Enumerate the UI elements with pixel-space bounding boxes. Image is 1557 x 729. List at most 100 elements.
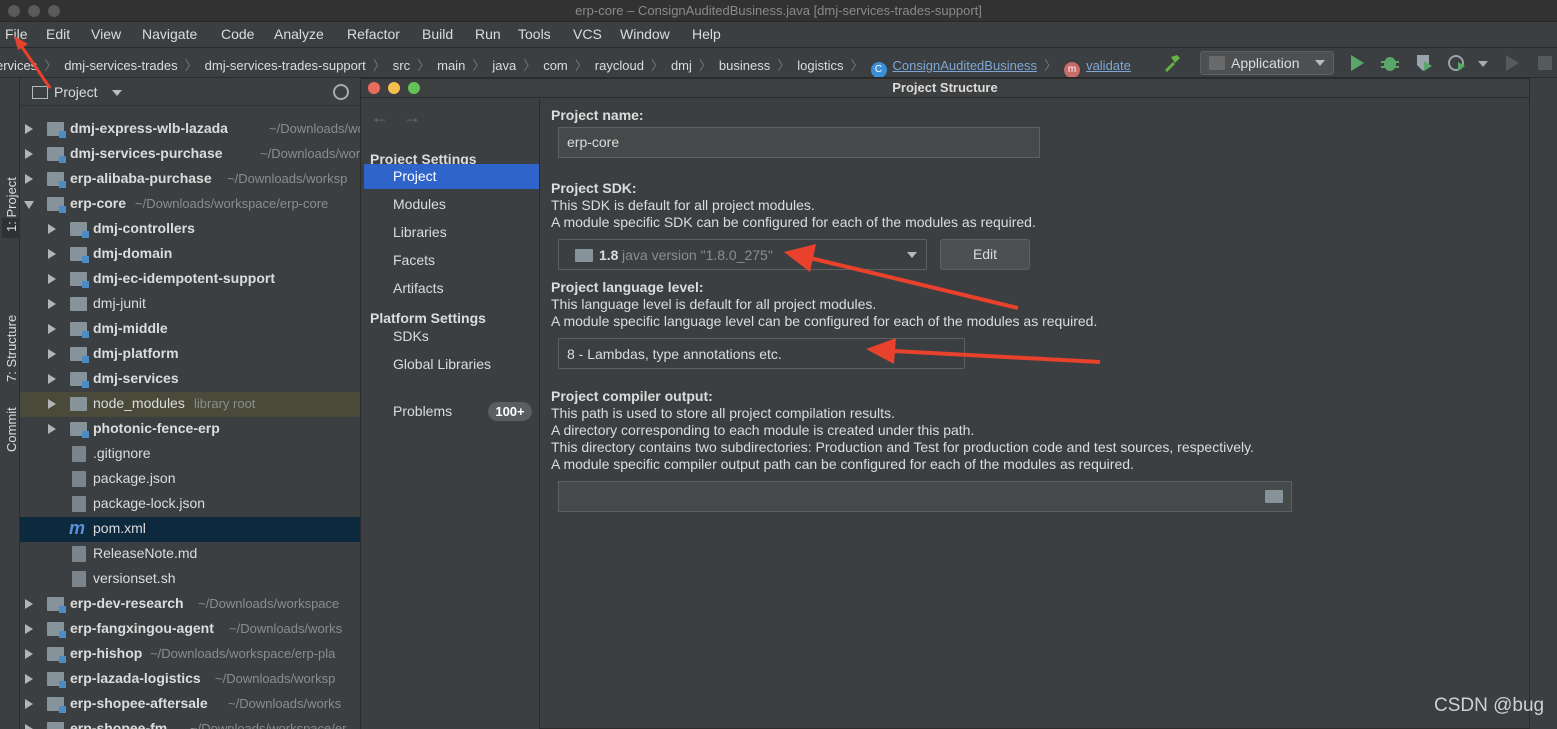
tree-item[interactable]: erp-core ~/Downloads/workspace/erp-core [20,192,360,217]
tree-item[interactable]: erp-dev-research ~/Downloads/workspace [20,592,360,617]
project-name-field[interactable]: erp-core [558,127,1040,158]
tree-item-label: pom.xml [93,520,146,536]
expand-arrow-icon[interactable] [25,649,33,659]
module-folder-icon [47,672,66,688]
tree-item[interactable]: dmj-domain [20,242,360,267]
menu-view[interactable]: View [91,26,121,42]
breadcrumb-item[interactable]: src [393,58,410,73]
tree-item[interactable]: dmj-ec-idempotent-support [20,267,360,292]
tree-item[interactable]: erp-hishop ~/Downloads/workspace/erp-pla [20,642,360,667]
coverage-icon[interactable] [1414,53,1434,73]
tree-item[interactable]: dmj-junit [20,292,360,317]
menu-tools[interactable]: Tools [518,26,551,42]
tree-item[interactable]: photonic-fence-erp [20,417,360,442]
tree-item[interactable]: erp-shopee-aftersale ~/Downloads/works [20,692,360,717]
expand-arrow-icon[interactable] [25,174,33,184]
expand-arrow-icon[interactable] [48,249,56,259]
sidebar-item-facets[interactable]: Facets [361,248,539,273]
sidebar-item-libraries[interactable]: Libraries [361,220,539,245]
expand-arrow-icon[interactable] [25,599,33,609]
debug-icon[interactable] [1380,53,1400,73]
tool-tab-structure[interactable]: 7: Structure [2,315,21,388]
tree-item[interactable]: versionset.sh [20,567,360,592]
expand-arrow-icon[interactable] [25,699,33,709]
breadcrumb-item[interactable]: logistics [797,58,843,73]
menu-code[interactable]: Code [221,26,254,42]
sidebar-item-global-libraries[interactable]: Global Libraries [361,352,539,377]
collapse-arrow-icon[interactable] [24,201,34,209]
attach-run-icon[interactable] [1504,54,1520,72]
expand-arrow-icon[interactable] [25,149,33,159]
breadcrumb-method-label: validate [1086,58,1131,73]
expand-arrow-icon[interactable] [48,324,56,334]
expand-arrow-icon[interactable] [48,349,56,359]
sidebar-item-modules[interactable]: Modules [361,192,539,217]
run-icon[interactable] [1349,54,1365,72]
tree-item[interactable]: dmj-middle [20,317,360,342]
menu-run[interactable]: Run [475,26,501,42]
breadcrumb-item[interactable]: main [437,58,465,73]
menu-vcs[interactable]: VCS [573,26,602,42]
menu-refactor[interactable]: Refactor [347,26,400,42]
tree-item[interactable]: erp-lazada-logistics ~/Downloads/worksp [20,667,360,692]
tree-item[interactable]: dmj-services-purchase ~/Downloads/work [20,142,360,167]
expand-arrow-icon[interactable] [48,299,56,309]
tree-item-selected[interactable]: m pom.xml [20,517,360,542]
tool-tab-project[interactable]: 1: Project [2,177,21,238]
tree-item[interactable]: ReleaseNote.md [20,542,360,567]
tool-tab-commit[interactable]: Commit [2,407,21,458]
breadcrumb-method[interactable]: m validate [1064,58,1131,77]
locate-file-icon[interactable] [333,84,349,100]
expand-arrow-icon[interactable] [48,399,56,409]
breadcrumb-item[interactable]: dmj-services-trades [64,58,177,73]
tree-item[interactable]: dmj-express-wlb-lazada ~/Downloads/wor [20,117,360,142]
breadcrumb-item[interactable]: raycloud [595,58,644,73]
module-folder-icon [47,622,66,638]
back-forward-arrows[interactable]: ←→ [371,107,435,128]
stop-icon[interactable] [1538,56,1552,70]
chevron-down-icon[interactable] [1478,61,1488,67]
tree-item[interactable]: dmj-platform [20,342,360,367]
tree-item[interactable]: erp-shopee-fm ~/Downloads/workspace/er [20,717,360,729]
chevron-down-icon[interactable] [112,90,122,96]
expand-arrow-icon[interactable] [25,724,33,729]
breadcrumb-class[interactable]: C ConsignAuditedBusiness [870,58,1037,77]
hammer-icon[interactable] [1162,53,1182,73]
breadcrumb-item[interactable]: dmj [671,58,692,73]
breadcrumb-item[interactable]: java [492,58,516,73]
sidebar-item-sdks[interactable]: SDKs [361,324,539,349]
tree-item[interactable]: dmj-services [20,367,360,392]
sidebar-item-problems[interactable]: Problems 100+ [361,399,539,424]
menu-navigate[interactable]: Navigate [142,26,197,42]
tree-item[interactable]: package.json [20,467,360,492]
tree-item[interactable]: .gitignore [20,442,360,467]
menu-build[interactable]: Build [422,26,453,42]
breadcrumb-item[interactable]: dmj-services-trades-support [205,58,366,73]
browse-folder-icon[interactable] [1265,490,1283,503]
compiler-output-field[interactable] [558,481,1292,512]
sidebar-item-artifacts[interactable]: Artifacts [361,276,539,301]
expand-arrow-icon[interactable] [25,124,33,134]
expand-arrow-icon[interactable] [48,224,56,234]
menu-help[interactable]: Help [692,26,721,42]
forward-arrow-icon[interactable]: → [403,107,435,127]
tree-item[interactable]: dmj-controllers [20,217,360,242]
breadcrumb-item[interactable]: business [719,58,770,73]
menu-analyze[interactable]: Analyze [274,26,324,42]
tree-item[interactable]: node_modules library root [20,392,360,417]
tree-item[interactable]: erp-fangxingou-agent ~/Downloads/works [20,617,360,642]
expand-arrow-icon[interactable] [48,274,56,284]
expand-arrow-icon[interactable] [25,624,33,634]
project-view-selector[interactable]: Project [54,84,98,100]
back-arrow-icon[interactable]: ← [371,107,403,127]
profile-icon[interactable] [1447,53,1467,73]
expand-arrow-icon[interactable] [48,424,56,434]
tree-item[interactable]: package-lock.json [20,492,360,517]
sidebar-item-project[interactable]: Project [364,164,539,189]
menu-window[interactable]: Window [620,26,670,42]
tree-item[interactable]: erp-alibaba-purchase ~/Downloads/worksp [20,167,360,192]
breadcrumb-item[interactable]: com [543,58,568,73]
expand-arrow-icon[interactable] [25,674,33,684]
run-configuration-selector[interactable]: Application [1200,51,1334,75]
expand-arrow-icon[interactable] [48,374,56,384]
